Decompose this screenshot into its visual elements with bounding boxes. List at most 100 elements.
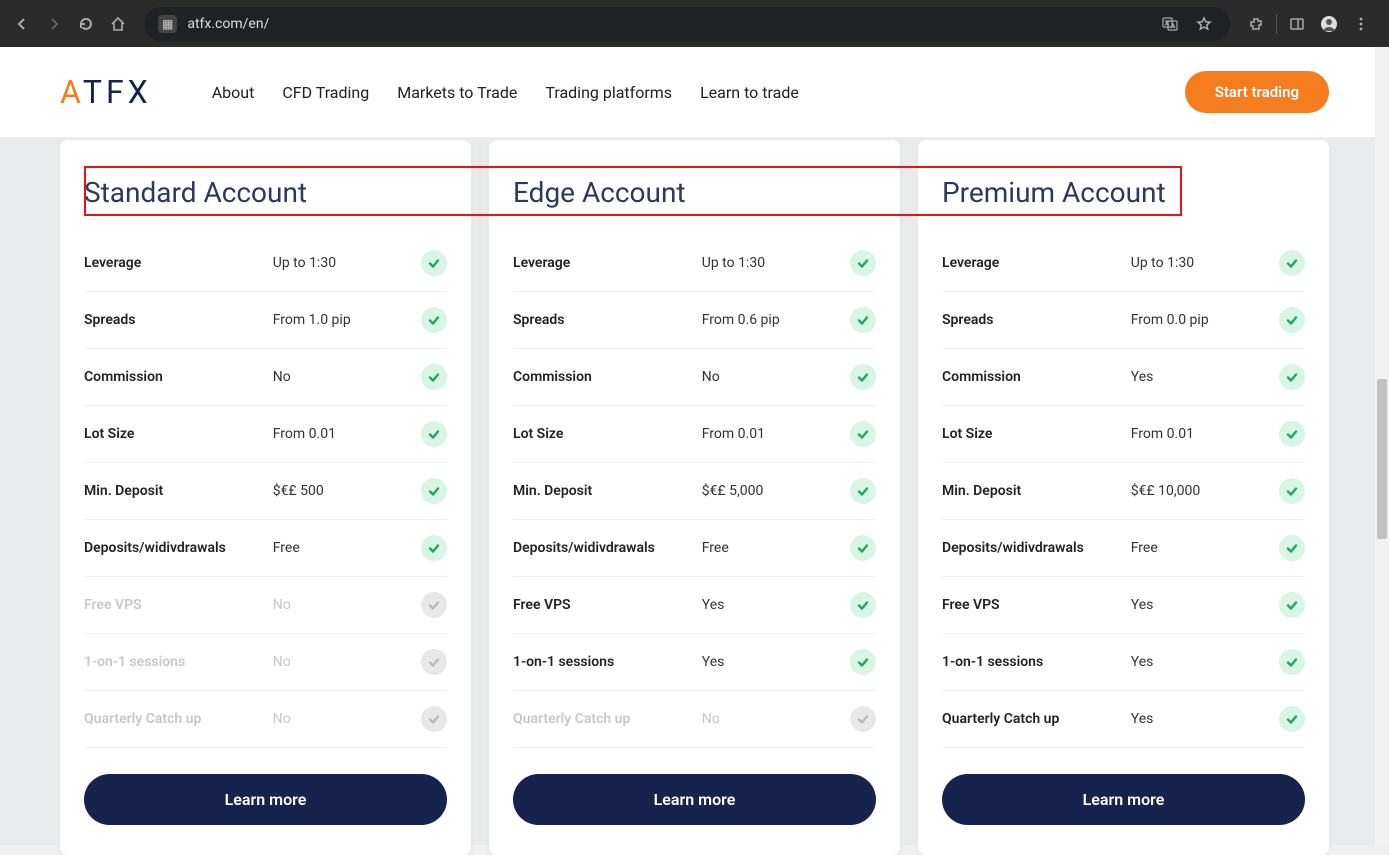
- feature-row: Quarterly Catch upYes: [942, 691, 1305, 748]
- feature-label: Free VPS: [513, 597, 702, 613]
- back-icon[interactable]: [10, 12, 34, 36]
- feature-value: Yes: [702, 654, 850, 670]
- content-area: Standard AccountLeverageUp to 1:30Spread…: [0, 138, 1389, 845]
- feature-label: Spreads: [513, 312, 702, 328]
- check-icon: [850, 250, 876, 276]
- feature-row: Free VPSYes: [513, 577, 876, 634]
- feature-row: Deposits/widivdrawalsFree: [942, 520, 1305, 577]
- check-icon: [1279, 706, 1305, 732]
- feature-row: CommissionNo: [84, 349, 447, 406]
- check-icon: [1279, 649, 1305, 675]
- feature-value: From 0.01: [1131, 426, 1279, 442]
- feature-row: CommissionYes: [942, 349, 1305, 406]
- start-trading-button[interactable]: Start trading: [1185, 71, 1329, 113]
- check-icon: [421, 364, 447, 390]
- learn-more-button[interactable]: Learn more: [513, 774, 876, 825]
- page-scroll-thumb[interactable]: [1377, 379, 1387, 539]
- feature-label: Lot Size: [84, 426, 273, 442]
- check-icon: [850, 592, 876, 618]
- feature-value: Up to 1:30: [1131, 255, 1279, 271]
- feature-label: Free VPS: [84, 597, 273, 613]
- feature-value: From 0.01: [273, 426, 421, 442]
- account-title: Edge Account: [513, 176, 876, 209]
- feature-row: LeverageUp to 1:30: [942, 235, 1305, 292]
- feature-label: Quarterly Catch up: [513, 711, 702, 727]
- feature-label: Commission: [84, 369, 273, 385]
- nav-markets[interactable]: Markets to Trade: [397, 83, 517, 102]
- check-icon: [421, 706, 447, 732]
- nav-learn[interactable]: Learn to trade: [700, 83, 799, 102]
- toolbar-divider: [1276, 14, 1277, 34]
- feature-value: $€£ 5,000: [702, 483, 850, 499]
- feature-row: Free VPSNo: [84, 577, 447, 634]
- home-icon[interactable]: [106, 12, 130, 36]
- learn-more-button[interactable]: Learn more: [942, 774, 1305, 825]
- page-scrollbar[interactable]: [1375, 47, 1389, 845]
- account-title: Premium Account: [942, 176, 1305, 209]
- nav-about[interactable]: About: [212, 83, 255, 102]
- feature-value: No: [273, 711, 421, 727]
- logo[interactable]: ATFX: [60, 73, 152, 111]
- account-title: Standard Account: [84, 176, 447, 209]
- feature-row: Min. Deposit$€£ 500: [84, 463, 447, 520]
- bookmark-star-icon[interactable]: [1192, 12, 1216, 36]
- feature-value: Free: [1131, 540, 1279, 556]
- feature-value: From 0.0 pip: [1131, 312, 1279, 328]
- browser-toolbar: ▦ atfx.com/en/: [0, 0, 1389, 47]
- feature-label: 1-on-1 sessions: [84, 654, 273, 670]
- feature-label: Quarterly Catch up: [84, 711, 273, 727]
- feature-label: Commission: [513, 369, 702, 385]
- check-icon: [1279, 421, 1305, 447]
- menu-dots-icon[interactable]: [1349, 12, 1373, 36]
- check-icon: [850, 421, 876, 447]
- feature-value: $€£ 10,000: [1131, 483, 1279, 499]
- check-icon: [850, 706, 876, 732]
- feature-row: 1-on-1 sessionsYes: [513, 634, 876, 691]
- feature-label: 1-on-1 sessions: [942, 654, 1131, 670]
- check-icon: [1279, 592, 1305, 618]
- profile-icon[interactable]: [1317, 12, 1341, 36]
- account-card: Premium AccountLeverageUp to 1:30Spreads…: [918, 140, 1329, 855]
- feature-value: Yes: [1131, 711, 1279, 727]
- side-panel-icon[interactable]: [1285, 12, 1309, 36]
- site-settings-icon[interactable]: ▦: [158, 15, 177, 33]
- feature-value: No: [702, 711, 850, 727]
- url-text: atfx.com/en/: [187, 16, 1148, 32]
- feature-label: Lot Size: [942, 426, 1131, 442]
- learn-more-button[interactable]: Learn more: [84, 774, 447, 825]
- feature-row: Free VPSYes: [942, 577, 1305, 634]
- check-icon: [421, 649, 447, 675]
- check-icon: [1279, 364, 1305, 390]
- logo-prefix: A: [60, 73, 83, 111]
- nav-cfd-trading[interactable]: CFD Trading: [282, 83, 369, 102]
- feature-value: No: [702, 369, 850, 385]
- feature-row: 1-on-1 sessionsNo: [84, 634, 447, 691]
- check-icon: [850, 478, 876, 504]
- check-icon: [421, 250, 447, 276]
- feature-value: Yes: [1131, 654, 1279, 670]
- check-icon: [421, 592, 447, 618]
- feature-row: Min. Deposit$€£ 5,000: [513, 463, 876, 520]
- feature-label: Min. Deposit: [84, 483, 273, 499]
- feature-label: 1-on-1 sessions: [513, 654, 702, 670]
- feature-value: No: [273, 654, 421, 670]
- feature-value: From 1.0 pip: [273, 312, 421, 328]
- reload-icon[interactable]: [74, 12, 98, 36]
- nav-platforms[interactable]: Trading platforms: [545, 83, 672, 102]
- feature-value: Up to 1:30: [273, 255, 421, 271]
- check-icon: [850, 649, 876, 675]
- check-icon: [421, 478, 447, 504]
- forward-icon[interactable]: [42, 12, 66, 36]
- feature-value: From 0.01: [702, 426, 850, 442]
- address-bar[interactable]: ▦ atfx.com/en/: [144, 7, 1230, 41]
- feature-row: SpreadsFrom 0.6 pip: [513, 292, 876, 349]
- feature-row: Lot SizeFrom 0.01: [513, 406, 876, 463]
- feature-row: Quarterly Catch upNo: [84, 691, 447, 748]
- feature-label: Leverage: [942, 255, 1131, 271]
- extensions-icon[interactable]: [1244, 12, 1268, 36]
- translate-icon[interactable]: [1158, 12, 1182, 36]
- check-icon: [850, 364, 876, 390]
- feature-value: Yes: [1131, 597, 1279, 613]
- account-cards: Standard AccountLeverageUp to 1:30Spread…: [60, 140, 1329, 855]
- feature-value: Free: [273, 540, 421, 556]
